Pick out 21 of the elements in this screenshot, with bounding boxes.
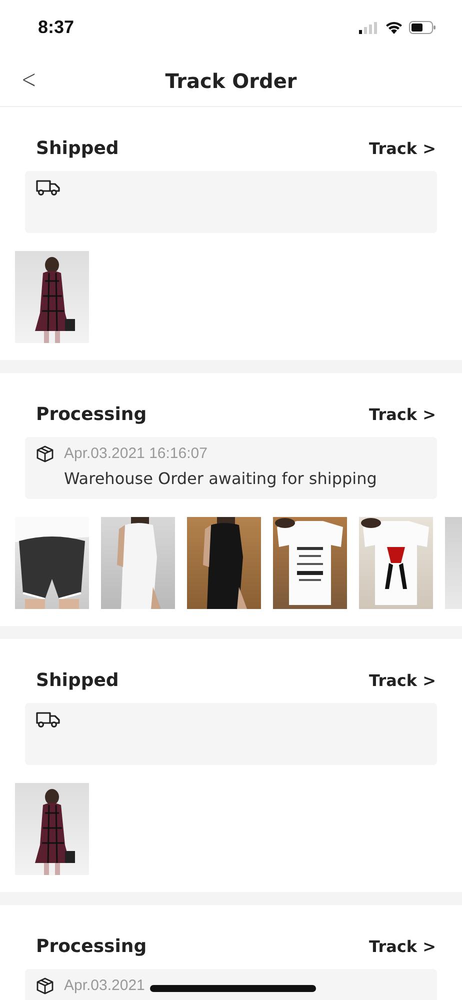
clock-time: 8:37 <box>38 17 74 38</box>
back-button[interactable]: < <box>17 65 41 95</box>
event-time: Apr.03.2021 16:16:07 <box>64 445 208 463</box>
order-status: Processing <box>36 404 147 424</box>
page-title: Track Order <box>165 68 297 92</box>
truck-icon <box>36 179 60 196</box>
signal-icon <box>359 22 379 34</box>
event-time: Apr.03.2021 <box>64 977 145 995</box>
track-link[interactable]: Track > <box>369 138 436 158</box>
order-status: Processing <box>36 936 147 956</box>
track-link[interactable]: Track > <box>369 936 436 956</box>
truck-icon <box>36 711 60 728</box>
box-icon <box>36 445 54 463</box>
battery-icon <box>409 21 436 34</box>
order-status: Shipped <box>36 670 119 690</box>
event-message: Warehouse Order awaiting for shipping <box>64 469 377 489</box>
order-status: Shipped <box>36 138 119 158</box>
track-link[interactable]: Track > <box>369 404 436 424</box>
track-link[interactable]: Track > <box>369 670 436 690</box>
box-icon <box>36 977 54 995</box>
wifi-icon <box>385 21 403 34</box>
